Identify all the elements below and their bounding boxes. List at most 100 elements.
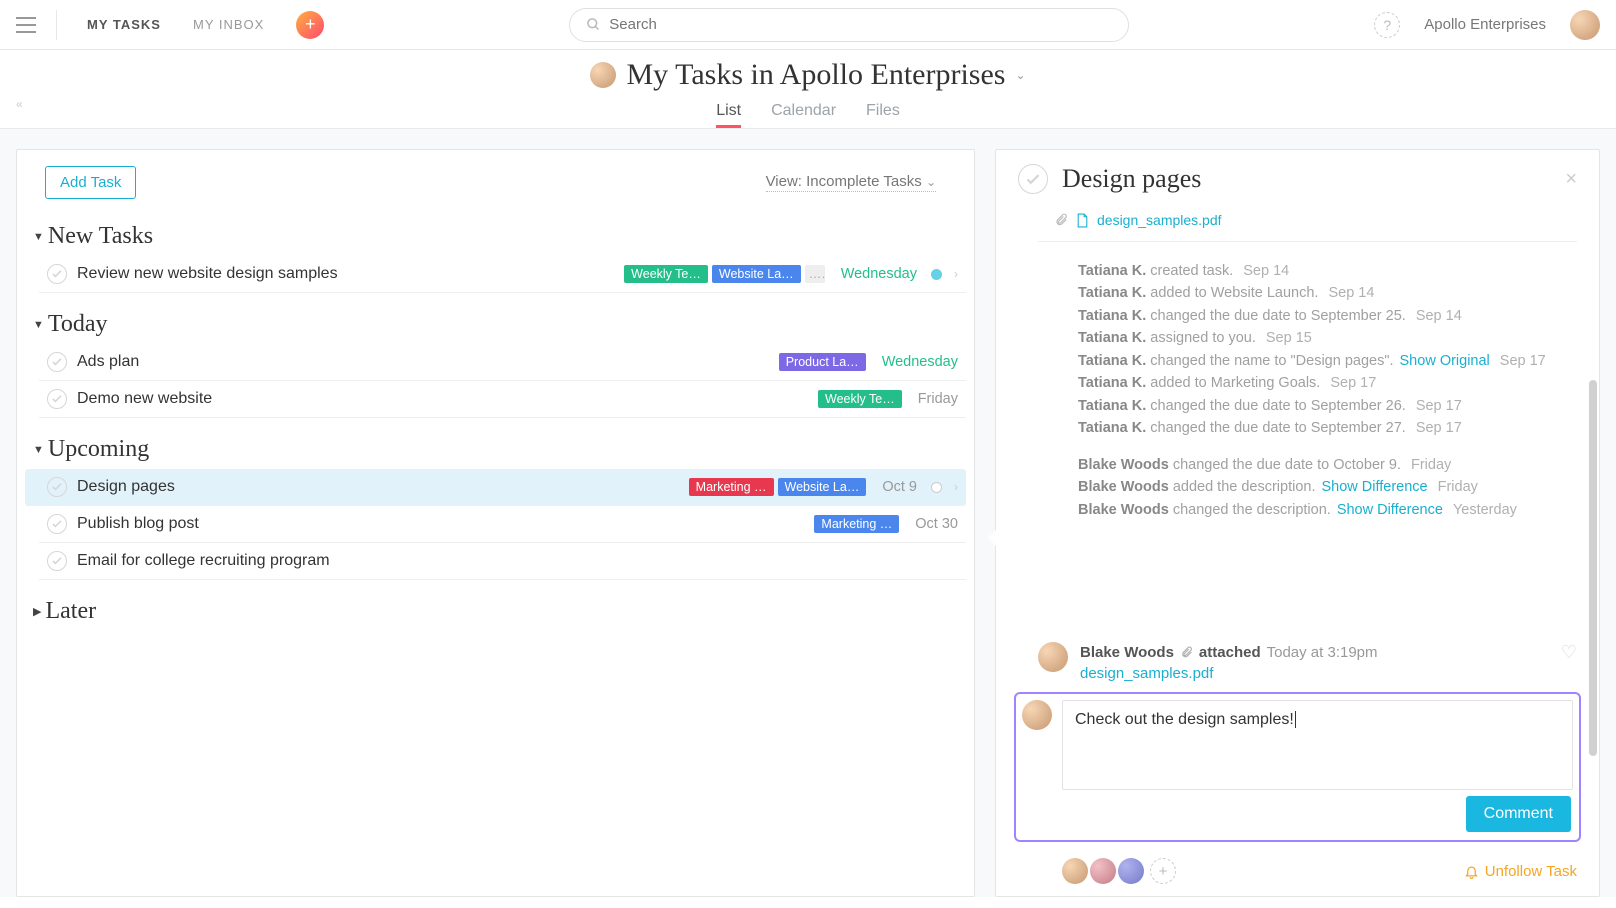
- section-label: Upcoming: [48, 436, 149, 463]
- nav-my-inbox[interactable]: MY INBOX: [183, 17, 274, 32]
- tab-calendar[interactable]: Calendar: [771, 98, 836, 128]
- new-button[interactable]: +: [296, 11, 324, 39]
- page-header: « My Tasks in Apollo Enterprises ⌄ List …: [0, 50, 1616, 129]
- attachment-link[interactable]: design_samples.pdf: [1097, 212, 1222, 228]
- more-tags[interactable]: …: [805, 265, 825, 283]
- title-avatar: [590, 62, 616, 88]
- comment-composer: Check out the design samples! Comment: [1014, 692, 1581, 842]
- task-name: Email for college recruiting program: [77, 552, 958, 570]
- unfollow-button[interactable]: Unfollow Task: [1464, 863, 1577, 880]
- project-tag[interactable]: Marketing …: [814, 515, 899, 533]
- comment-button[interactable]: Comment: [1466, 796, 1571, 832]
- comment-input[interactable]: Check out the design samples!: [1062, 700, 1573, 790]
- section-label: New Tasks: [48, 223, 153, 250]
- status-dot: [931, 269, 942, 280]
- divider: [56, 10, 57, 40]
- user-avatar[interactable]: [1570, 10, 1600, 40]
- follower-avatar[interactable]: [1090, 858, 1116, 884]
- followers-row: + Unfollow Task: [996, 854, 1599, 896]
- add-task-button[interactable]: Add Task: [45, 166, 136, 199]
- due-date: Oct 9: [882, 479, 917, 495]
- caret-right-icon: ▶: [33, 605, 41, 618]
- like-icon[interactable]: ♡: [1561, 642, 1577, 663]
- comment-item: Blake Woods attached Today at 3:19pm ♡ d…: [996, 634, 1599, 682]
- view-filter-label: View: Incomplete Tasks: [766, 173, 922, 190]
- attachment-row: design_samples.pdf: [1038, 206, 1577, 242]
- panel-pointer: [988, 530, 996, 546]
- due-date: Wednesday: [882, 354, 958, 370]
- show-difference-link[interactable]: Show Difference: [1322, 479, 1428, 495]
- task-row[interactable]: Demo new website Weekly Te… Friday: [39, 381, 966, 418]
- task-name: Publish blog post: [77, 515, 804, 533]
- composer-avatar: [1022, 700, 1052, 730]
- complete-checkbox[interactable]: [47, 477, 67, 497]
- due-date: Oct 30: [915, 516, 958, 532]
- task-row[interactable]: Ads plan Product La… Wednesday: [39, 344, 966, 381]
- main-content: Add Task View: Incomplete Tasks ⌄ ▼ New …: [0, 129, 1616, 897]
- add-follower-button[interactable]: +: [1150, 858, 1176, 884]
- section-later[interactable]: ▶ Later: [25, 580, 966, 631]
- section-today[interactable]: ▼ Today: [25, 293, 966, 344]
- project-tag[interactable]: Website La…: [712, 265, 801, 283]
- chevron-down-icon: ⌄: [926, 175, 936, 189]
- comment-avatar: [1038, 642, 1068, 672]
- section-new-tasks[interactable]: ▼ New Tasks: [25, 205, 966, 256]
- task-detail-panel: Design pages × design_samples.pdf Tatian…: [995, 149, 1600, 897]
- org-name[interactable]: Apollo Enterprises: [1424, 16, 1546, 33]
- view-filter-dropdown[interactable]: View: Incomplete Tasks ⌄: [766, 173, 936, 192]
- task-name: Review new website design samples: [77, 265, 614, 283]
- caret-down-icon: ▼: [33, 319, 44, 331]
- bell-icon: [1464, 864, 1479, 879]
- chevron-down-icon[interactable]: ⌄: [1015, 68, 1025, 82]
- topbar: MY TASKS MY INBOX + ? Apollo Enterprises: [0, 0, 1616, 50]
- comment-file-link[interactable]: design_samples.pdf: [1080, 665, 1577, 682]
- help-button[interactable]: ?: [1374, 12, 1400, 38]
- section-label: Today: [48, 311, 108, 338]
- caret-down-icon: ▼: [33, 444, 44, 456]
- comment-action: attached: [1199, 644, 1261, 661]
- due-date: Friday: [918, 391, 958, 407]
- complete-checkbox[interactable]: [47, 389, 67, 409]
- menu-icon[interactable]: [16, 17, 36, 33]
- file-icon: [1076, 213, 1089, 228]
- tab-files[interactable]: Files: [866, 98, 900, 128]
- search-field[interactable]: [569, 8, 1129, 42]
- paperclip-icon: [1054, 213, 1068, 227]
- complete-task-button[interactable]: [1018, 164, 1048, 194]
- chevron-right-icon: ›: [954, 480, 958, 494]
- task-detail-title[interactable]: Design pages: [1062, 164, 1551, 194]
- show-original-link[interactable]: Show Original: [1400, 353, 1490, 369]
- search-icon: [586, 17, 601, 32]
- section-upcoming[interactable]: ▼ Upcoming: [25, 418, 966, 469]
- project-tag[interactable]: Weekly Te…: [818, 390, 902, 408]
- paperclip-icon: [1180, 646, 1193, 659]
- task-row[interactable]: Email for college recruiting program: [39, 543, 966, 580]
- project-tag[interactable]: Product La…: [779, 353, 866, 371]
- project-tag[interactable]: Website La…: [778, 478, 867, 496]
- show-difference-link[interactable]: Show Difference: [1337, 502, 1443, 518]
- complete-checkbox[interactable]: [47, 551, 67, 571]
- follower-avatar[interactable]: [1118, 858, 1144, 884]
- complete-checkbox[interactable]: [47, 264, 67, 284]
- section-label: Later: [45, 598, 96, 625]
- task-row[interactable]: Design pages Marketing … Website La… Oct…: [25, 469, 966, 506]
- search-input[interactable]: [609, 16, 1112, 33]
- tab-list[interactable]: List: [716, 98, 741, 128]
- due-date: Wednesday: [841, 266, 917, 282]
- task-row[interactable]: Review new website design samples Weekly…: [39, 256, 966, 293]
- collapse-sidebar-icon[interactable]: «: [16, 97, 23, 111]
- project-tag[interactable]: Marketing …: [689, 478, 774, 496]
- project-tag[interactable]: Weekly Te…: [624, 265, 708, 283]
- chevron-right-icon: ›: [954, 267, 958, 281]
- page-title: My Tasks in Apollo Enterprises: [626, 58, 1005, 92]
- nav-my-tasks[interactable]: MY TASKS: [77, 17, 171, 32]
- task-name: Design pages: [77, 478, 679, 496]
- comment-author: Blake Woods: [1080, 644, 1174, 661]
- task-row[interactable]: Publish blog post Marketing … Oct 30: [39, 506, 966, 543]
- close-icon[interactable]: ×: [1565, 168, 1577, 191]
- status-dot: [931, 482, 942, 493]
- activity-log: Tatiana K. created task.Sep 14 Tatiana K…: [1038, 242, 1577, 521]
- complete-checkbox[interactable]: [47, 514, 67, 534]
- complete-checkbox[interactable]: [47, 352, 67, 372]
- follower-avatar[interactable]: [1062, 858, 1088, 884]
